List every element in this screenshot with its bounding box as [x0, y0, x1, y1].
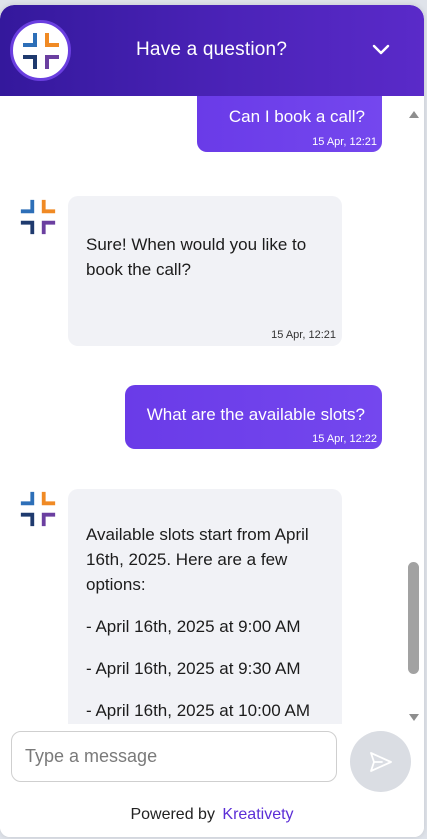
user-message: Can I book a call? 15 Apr, 12:21	[197, 96, 382, 152]
message-timestamp: 15 Apr, 12:21	[271, 329, 336, 341]
message-input[interactable]	[11, 731, 337, 782]
composer: Powered by Kreativety	[0, 724, 424, 837]
message-line: options:	[86, 575, 146, 594]
chat-title: Have a question?	[136, 39, 288, 60]
send-icon	[369, 751, 392, 772]
message-line: book the call?	[86, 260, 191, 279]
message-text: What are the available slots?	[146, 405, 365, 424]
message-timestamp: 15 Apr, 12:21	[312, 136, 377, 148]
chat-header[interactable]: Have a question?	[0, 5, 424, 96]
message-timestamp: 15 Apr, 12:22	[312, 433, 377, 445]
bot-message: Available slots start from April 16th, 2…	[68, 489, 342, 724]
scroll-up-arrow-icon[interactable]	[408, 106, 420, 124]
message-scrollbar[interactable]	[404, 96, 424, 724]
message-text: Can I book a call?	[228, 107, 365, 126]
message-line: - April 16th, 2025 at 10:00 AM	[86, 701, 310, 720]
message-list[interactable]: Can I book a call? 15 Apr, 12:21 Sure! W…	[0, 96, 404, 724]
message-line: 16th, 2025. Here are a few	[86, 550, 288, 569]
powered-by: Powered by Kreativety	[0, 806, 424, 824]
powered-by-label: Powered by	[130, 806, 215, 823]
brand-logo-icon	[23, 33, 59, 69]
bot-message: Sure! When would you like to book the ca…	[68, 196, 342, 346]
bot-avatar-icon	[18, 197, 58, 237]
bot-avatar-icon	[18, 489, 58, 529]
message-line: Sure! When would you like to	[86, 235, 307, 254]
user-message: What are the available slots? 15 Apr, 12…	[125, 385, 382, 449]
scrollbar-thumb[interactable]	[408, 562, 419, 674]
message-line: - April 16th, 2025 at 9:30 AM	[86, 659, 301, 678]
chat-widget: Have a question? Can I book a call? 15 A…	[0, 5, 424, 837]
chevron-down-icon[interactable]	[370, 39, 392, 66]
brand-link[interactable]: Kreativety	[222, 806, 293, 823]
message-line: - April 16th, 2025 at 9:00 AM	[86, 617, 301, 636]
message-line: Available slots start from April	[86, 525, 309, 544]
send-button[interactable]	[350, 731, 411, 792]
brand-logo	[10, 20, 71, 81]
